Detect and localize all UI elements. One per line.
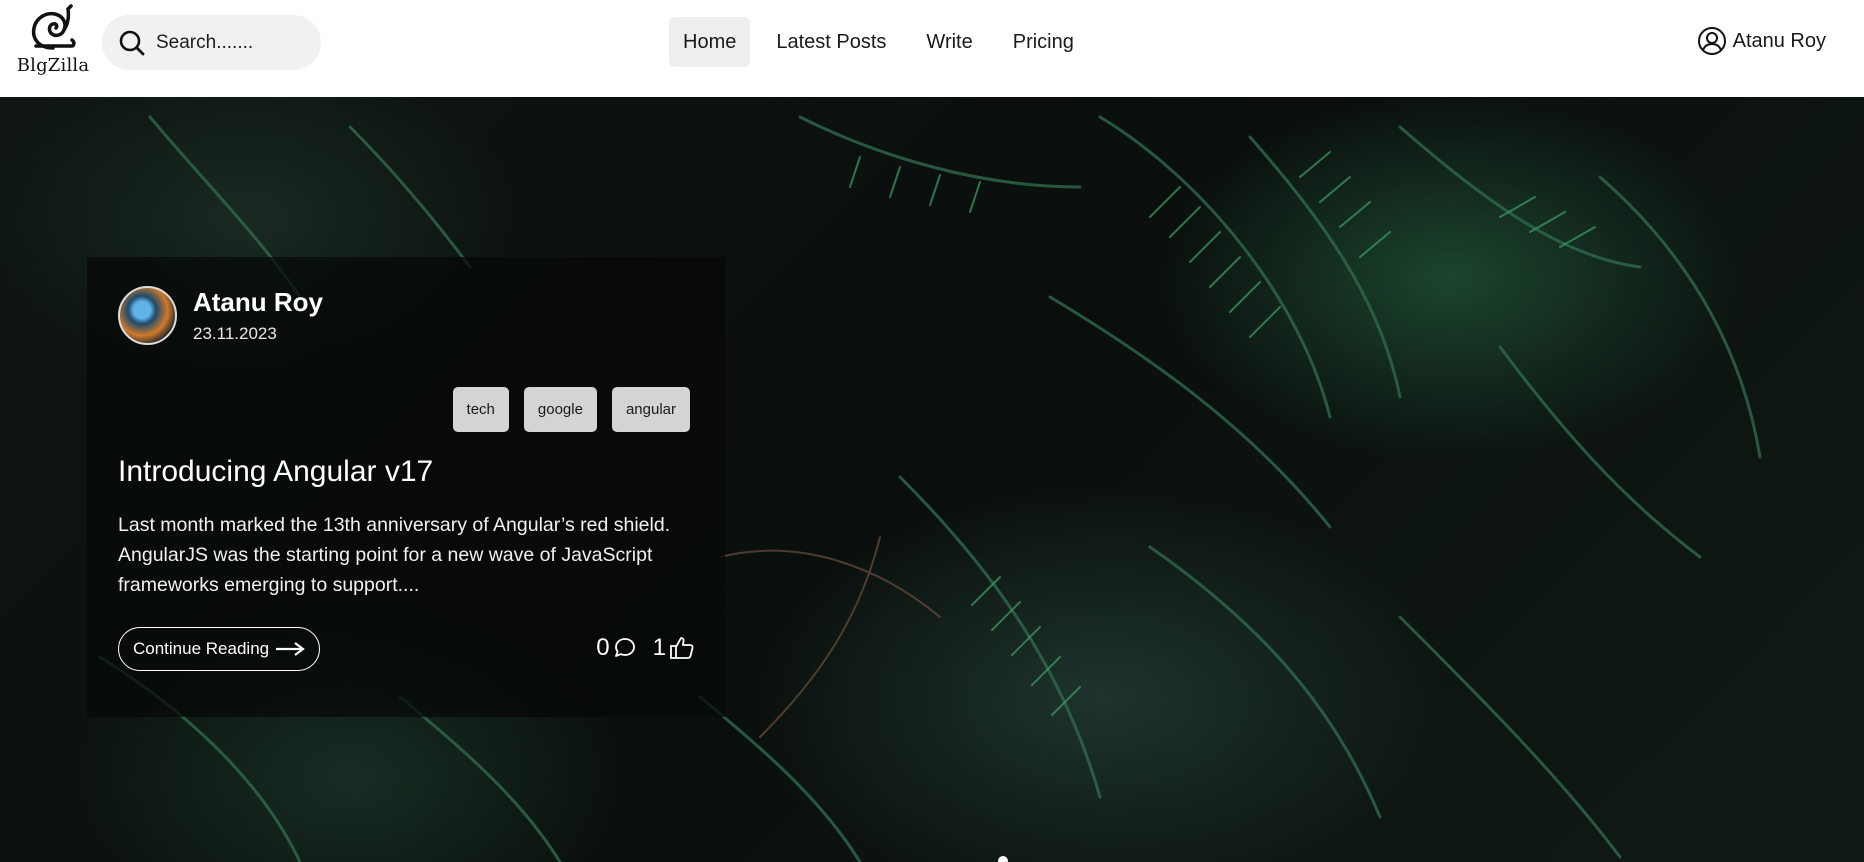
like-count[interactable]: 1 (653, 634, 695, 662)
site-logo[interactable]: BlgZilla (16, 4, 90, 80)
comment-icon (614, 638, 635, 657)
like-count-value: 1 (652, 634, 666, 661)
nav-item-pricing[interactable]: Pricing (999, 17, 1088, 67)
user-circle-icon (1697, 27, 1726, 55)
search-box[interactable] (102, 15, 321, 70)
tag-google[interactable]: google (523, 387, 597, 432)
post-stats: 0 1 (580, 634, 695, 662)
continue-reading-label: Continue Reading (133, 639, 270, 658)
continue-reading-button[interactable]: Continue Reading (118, 627, 321, 671)
search-input[interactable] (156, 31, 306, 54)
user-menu[interactable]: Atanu Roy (1697, 26, 1826, 56)
post-excerpt: Last month marked the 13th anniversary o… (118, 514, 671, 596)
thumbs-up-icon (670, 637, 694, 659)
user-name: Atanu Roy (1732, 29, 1826, 52)
search-icon (119, 30, 145, 55)
post-title[interactable]: Introducing Angular v17 (118, 455, 433, 489)
featured-post-card: Atanu Roy 23.11.2023 tech google angular… (87, 257, 725, 717)
carousel-indicator[interactable] (998, 856, 1008, 862)
tag-angular[interactable]: angular (611, 387, 690, 432)
comment-count-value: 0 (596, 634, 610, 661)
top-navbar: BlgZilla Home Latest Posts Write Pricing… (0, 0, 1864, 97)
logo-text: BlgZilla (16, 55, 90, 76)
post-date: 23.11.2023 (193, 324, 277, 343)
main-nav: Home Latest Posts Write Pricing (669, 17, 1100, 67)
nav-item-home[interactable]: Home (669, 17, 751, 67)
arrow-right-icon (276, 642, 305, 656)
nav-item-write[interactable]: Write (912, 17, 986, 67)
snail-logo-icon (31, 4, 76, 50)
tag-tech[interactable]: tech (452, 387, 509, 432)
nav-item-latest-posts[interactable]: Latest Posts (762, 17, 900, 67)
comment-count[interactable]: 0 (596, 634, 636, 662)
hero-banner: Atanu Roy 23.11.2023 tech google angular… (0, 97, 1864, 862)
post-author[interactable]: Atanu Roy (193, 287, 323, 318)
author-avatar[interactable] (118, 286, 177, 345)
post-tags: tech google angular (438, 387, 690, 432)
